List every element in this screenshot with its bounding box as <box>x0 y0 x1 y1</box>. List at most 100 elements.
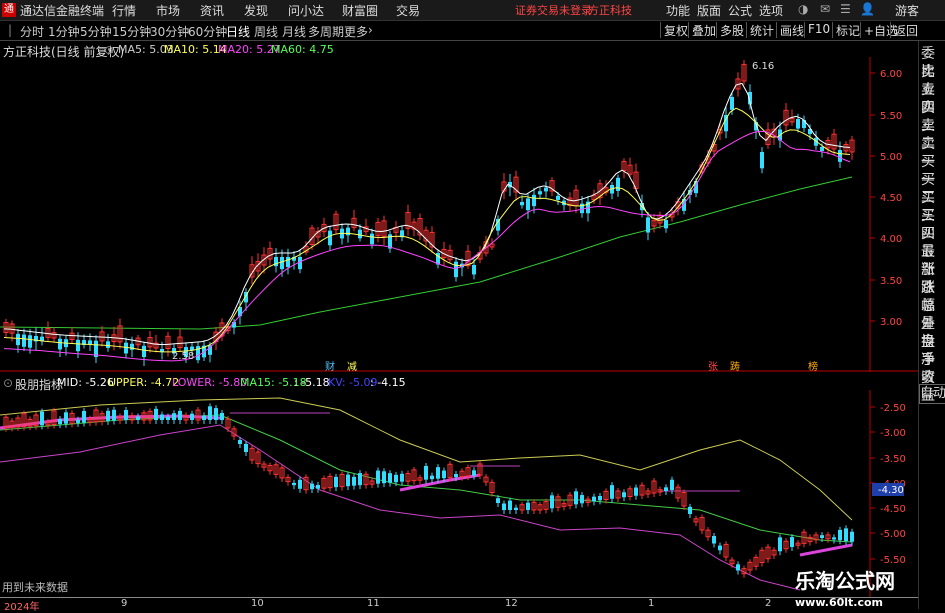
marker-jian[interactable]: 减 <box>347 361 357 372</box>
guest-label[interactable]: 游客 <box>895 2 919 19</box>
period-60min[interactable]: 60分钟 <box>188 23 227 40</box>
candle-down <box>142 345 146 358</box>
period-fenshi[interactable]: 分时 <box>20 23 44 40</box>
btn-biaoji[interactable]: 标记 <box>832 22 863 38</box>
ind-candle-down <box>124 409 128 420</box>
btn-tongji[interactable]: 统计 <box>746 22 777 38</box>
menu-shichang[interactable]: 市场 <box>156 2 180 19</box>
indicator-extra1: : -5.18 <box>294 376 330 389</box>
lower-band-line <box>0 424 801 591</box>
candle-down <box>472 265 476 275</box>
indicator-lower: LOWER: -5.80 <box>172 376 248 389</box>
marker-cai[interactable]: 财 <box>325 360 335 372</box>
ind-candle-down <box>838 529 842 541</box>
menu-gongneng[interactable]: 功能 <box>666 2 690 19</box>
menu-xuanxiang[interactable]: 选项 <box>759 2 783 19</box>
mail-icon[interactable]: ✉ <box>820 2 830 16</box>
date-year: 2024年 <box>4 602 40 613</box>
candle-down <box>274 257 278 267</box>
ind-tick-label: -5.00 <box>880 529 906 540</box>
btn-duogu[interactable]: 多股 <box>716 22 747 38</box>
ind-candle-down <box>844 528 848 541</box>
candle-down <box>58 338 62 350</box>
price-tick-label: 6.00 <box>880 69 902 80</box>
indicator-extra2: : -4.15 <box>370 376 406 389</box>
toggle-icon[interactable]: ◑ <box>798 2 808 16</box>
ind-tick-label: -2.50 <box>880 403 906 414</box>
toolbar-handle-icon[interactable]: | <box>8 23 12 37</box>
candle-down <box>346 227 350 236</box>
ind-candle-down <box>436 467 440 479</box>
menu-zixun[interactable]: 资讯 <box>200 2 224 19</box>
ind-candle-down <box>424 465 428 480</box>
menu-gongshi[interactable]: 公式 <box>728 2 752 19</box>
period-1min[interactable]: 1分钟 <box>48 23 80 40</box>
kv-thick-line-3 <box>799 543 853 557</box>
auto-button[interactable]: 自动 <box>919 384 945 404</box>
high-price-label: 6.16 <box>752 61 774 72</box>
candle-down <box>106 341 110 348</box>
period-30min[interactable]: 30分钟 <box>150 23 189 40</box>
period-monthly[interactable]: 月线 <box>282 23 306 40</box>
menu-faxian[interactable]: 发现 <box>244 2 268 19</box>
marker-bang[interactable]: 榜 <box>808 360 818 372</box>
more-chevron-icon[interactable]: › <box>368 23 373 37</box>
marker-zhang[interactable]: 张 <box>708 361 718 372</box>
ind-candle-down <box>166 416 170 420</box>
indicator-chart[interactable]: -2.50-3.00-3.50-4.00-4.50-5.00-5.50 -4.3… <box>0 390 918 597</box>
candle-down <box>16 333 20 346</box>
menu-banmian[interactable]: 版面 <box>697 2 721 19</box>
btn-f10[interactable]: F10 <box>804 22 833 38</box>
price-tick-label: 5.00 <box>880 152 902 163</box>
ma20-line <box>3 130 851 362</box>
app-logo-icon: 通 <box>2 3 16 17</box>
btn-diejia[interactable]: 叠加 <box>688 22 719 38</box>
user-icon[interactable]: 👤 <box>860 2 875 16</box>
period-daily[interactable]: 日线 <box>226 23 250 40</box>
period-more[interactable]: 更多 <box>344 23 368 40</box>
candle-down <box>76 339 80 352</box>
candle-down <box>838 150 842 162</box>
period-multi[interactable]: 多周期 <box>308 23 344 40</box>
menu-icon[interactable]: ☰ <box>840 2 851 16</box>
ind-candle-down <box>238 439 242 444</box>
btn-fuquan[interactable]: 复权 <box>660 22 691 38</box>
low-price-label: 2.58 <box>172 351 194 362</box>
period-weekly[interactable]: 周线 <box>254 23 278 40</box>
date-axis: 2024年 9 10 11 12 1 2 <box>0 597 918 613</box>
ind-candle-down <box>580 495 584 504</box>
ind-candle-down <box>442 470 446 479</box>
ind-candle-down <box>40 411 44 426</box>
price-tick-label: 3.50 <box>880 276 902 287</box>
date-2: 2 <box>765 598 772 609</box>
ind-candle-down <box>208 406 212 420</box>
candle-down <box>556 195 560 200</box>
indicator-settings-icon[interactable]: ⊙ <box>3 376 13 390</box>
menu-wenxiaoda[interactable]: 问小达 <box>288 2 324 19</box>
ind-candle-down <box>214 408 218 420</box>
settings-circle-icon[interactable]: ⊙ <box>104 43 114 57</box>
ind-candle-down <box>598 495 602 501</box>
candle-down <box>616 177 620 191</box>
ind-candle-down <box>106 410 110 421</box>
ma60-label: MA60: 4.75 <box>271 43 334 56</box>
ind-candle-down <box>664 487 668 491</box>
period-5min[interactable]: 5分钟 <box>80 23 112 40</box>
ind-candle-down <box>778 537 782 552</box>
marker-chou[interactable]: 踌 <box>730 360 740 372</box>
ind-candle-down <box>316 484 320 489</box>
candle-down <box>538 191 542 195</box>
candlestick-chart[interactable]: 6.00 5.50 5.00 4.50 4.00 3.50 3.00 6.16 2.58 财… <box>0 57 918 372</box>
ind-candle-down <box>670 479 674 490</box>
btn-fanhui[interactable]: 返回 <box>890 22 921 38</box>
period-15min[interactable]: 15分钟 <box>112 23 151 40</box>
menu-hangqing[interactable]: 行情 <box>112 2 136 19</box>
login-notice[interactable]: 证券交易未登录 <box>515 2 592 18</box>
menu-jiaoyi[interactable]: 交易 <box>396 2 420 19</box>
date-11: 11 <box>367 598 380 609</box>
btn-huaxian[interactable]: 画线 <box>776 22 807 38</box>
menu-caifuquan[interactable]: 财富圈 <box>342 2 378 19</box>
ind-candle-down <box>718 545 722 551</box>
candle-down <box>664 220 668 229</box>
price-tick-label: 4.50 <box>880 193 902 204</box>
